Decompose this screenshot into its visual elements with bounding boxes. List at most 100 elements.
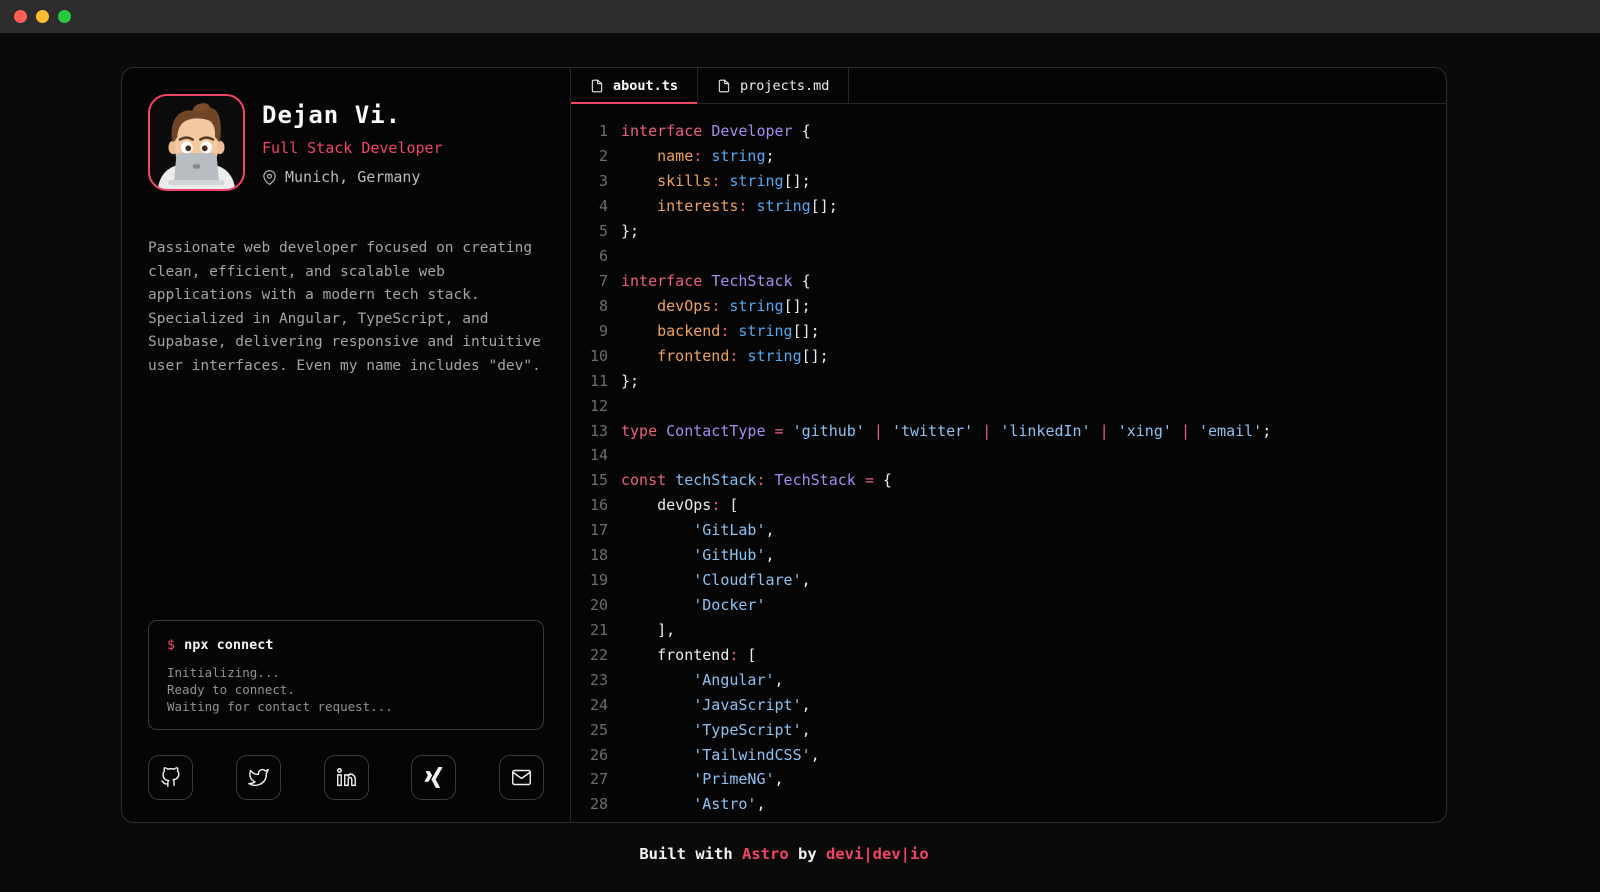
code-line: 6 bbox=[585, 244, 1446, 269]
line-number: 13 bbox=[585, 422, 608, 440]
tab-label: about.ts bbox=[613, 78, 678, 94]
code-line: 12 bbox=[585, 393, 1446, 418]
page-stage: Dejan Vi. Full Stack Developer Munich, G… bbox=[121, 67, 1447, 863]
code-text: interests: string[]; bbox=[621, 197, 838, 215]
code-line: 23 'Angular', bbox=[585, 667, 1446, 692]
social-button-github[interactable] bbox=[148, 755, 193, 800]
code-text: backend: string[]; bbox=[621, 322, 820, 340]
code-text: devOps: [ bbox=[621, 496, 738, 514]
line-number: 19 bbox=[585, 571, 608, 589]
line-number: 6 bbox=[585, 247, 608, 265]
code-line: 18 'GitHub', bbox=[585, 543, 1446, 568]
line-number: 12 bbox=[585, 397, 608, 415]
profile-location: Munich, Germany bbox=[262, 168, 443, 186]
social-links-row bbox=[148, 755, 544, 800]
line-number: 17 bbox=[585, 521, 608, 539]
line-number: 24 bbox=[585, 696, 608, 714]
line-number: 4 bbox=[585, 197, 608, 215]
code-text: }; bbox=[621, 372, 639, 390]
terminal-prompt: $ bbox=[167, 637, 175, 653]
footer: Built with Astro by devi|dev|io bbox=[121, 845, 1447, 863]
code-text: 'PrimeNG', bbox=[621, 770, 784, 788]
traffic-lights bbox=[14, 10, 71, 23]
traffic-light-close[interactable] bbox=[14, 10, 27, 23]
code-line: 25 'TypeScript', bbox=[585, 717, 1446, 742]
memoji-avatar-graphic bbox=[150, 96, 243, 189]
traffic-light-minimize[interactable] bbox=[36, 10, 49, 23]
line-number: 14 bbox=[585, 446, 608, 464]
tab-label: projects.md bbox=[740, 78, 829, 94]
file-icon bbox=[717, 79, 731, 93]
footer-by: by bbox=[789, 845, 826, 863]
code-line: 26 'TailwindCSS', bbox=[585, 742, 1446, 767]
code-line: 11}; bbox=[585, 368, 1446, 393]
social-button-xing[interactable] bbox=[411, 755, 456, 800]
code-text: 'TypeScript', bbox=[621, 721, 811, 739]
code-line: 13type ContactType = 'github' | 'twitter… bbox=[585, 418, 1446, 443]
map-pin-icon bbox=[262, 170, 277, 185]
code-text: frontend: [ bbox=[621, 646, 756, 664]
code-line: 19 'Cloudflare', bbox=[585, 568, 1446, 593]
social-button-email[interactable] bbox=[499, 755, 544, 800]
code-line: 9 backend: string[]; bbox=[585, 318, 1446, 343]
code-text: 'JavaScript', bbox=[621, 696, 811, 714]
terminal-output: Initializing...Ready to connect.Waiting … bbox=[167, 664, 525, 715]
line-number: 27 bbox=[585, 770, 608, 788]
profile-panel: Dejan Vi. Full Stack Developer Munich, G… bbox=[122, 68, 571, 822]
code-line: 3 skills: string[]; bbox=[585, 169, 1446, 194]
tab-projects-md[interactable]: projects.md bbox=[698, 68, 849, 103]
code-line: 2 name: string; bbox=[585, 144, 1446, 169]
code-line: 5}; bbox=[585, 219, 1446, 244]
code-text: name: string; bbox=[621, 147, 775, 165]
profile-bio: Passionate web developer focused on crea… bbox=[148, 237, 544, 379]
terminal-output-line: Ready to connect. bbox=[167, 681, 525, 698]
code-line: 27 'PrimeNG', bbox=[585, 767, 1446, 792]
portfolio-window: Dejan Vi. Full Stack Developer Munich, G… bbox=[121, 67, 1447, 823]
line-number: 9 bbox=[585, 322, 608, 340]
tab-about-ts[interactable]: about.ts bbox=[571, 68, 698, 103]
social-button-linkedin[interactable] bbox=[324, 755, 369, 800]
code-line: 4 interests: string[]; bbox=[585, 194, 1446, 219]
footer-astro-link[interactable]: Astro bbox=[742, 845, 789, 863]
line-number: 25 bbox=[585, 721, 608, 739]
line-number: 1 bbox=[585, 122, 608, 140]
code-text: }; bbox=[621, 222, 639, 240]
profile-name: Dejan Vi. bbox=[262, 101, 443, 129]
identity-block: Dejan Vi. Full Stack Developer Munich, G… bbox=[262, 94, 443, 191]
line-number: 28 bbox=[585, 795, 608, 813]
github-icon bbox=[160, 767, 181, 788]
code-text: devOps: string[]; bbox=[621, 297, 811, 315]
code-text: frontend: string[]; bbox=[621, 347, 829, 365]
code-text: 'Cloudflare', bbox=[621, 571, 811, 589]
code-text: interface Developer { bbox=[621, 122, 811, 140]
code-line: 7 interface TechStack { bbox=[585, 269, 1446, 294]
code-text: 'Docker' bbox=[621, 596, 766, 614]
code-line: 21 ], bbox=[585, 617, 1446, 642]
code-text: interface TechStack { bbox=[621, 272, 811, 290]
code-text: 'Angular', bbox=[621, 671, 784, 689]
footer-built-with: Built with bbox=[639, 845, 742, 863]
location-text: Munich, Germany bbox=[285, 168, 420, 186]
line-number: 7 bbox=[585, 272, 608, 290]
traffic-light-zoom[interactable] bbox=[58, 10, 71, 23]
profile-role: Full Stack Developer bbox=[262, 139, 443, 157]
line-number: 8 bbox=[585, 297, 608, 315]
social-button-twitter[interactable] bbox=[236, 755, 281, 800]
code-line: 15const techStack: TechStack = { bbox=[585, 468, 1446, 493]
line-number: 18 bbox=[585, 546, 608, 564]
footer-brand-link[interactable]: devi|dev|io bbox=[826, 845, 929, 863]
code-line: 8 devOps: string[]; bbox=[585, 293, 1446, 318]
file-icon bbox=[590, 79, 604, 93]
xing-icon bbox=[423, 767, 444, 788]
code-text: skills: string[]; bbox=[621, 172, 811, 190]
terminal-box: $npx connect Initializing...Ready to con… bbox=[148, 620, 544, 730]
terminal-output-line: Waiting for contact request... bbox=[167, 698, 525, 715]
code-line: 1 interface Developer { bbox=[585, 119, 1446, 144]
code-area: 1interface Developer {2 name: string;3 s… bbox=[571, 104, 1446, 822]
code-line: 16 devOps: [ bbox=[585, 493, 1446, 518]
line-number: 2 bbox=[585, 147, 608, 165]
mail-icon bbox=[511, 767, 532, 788]
line-number: 20 bbox=[585, 596, 608, 614]
profile-header: Dejan Vi. Full Stack Developer Munich, G… bbox=[148, 94, 544, 191]
linkedin-icon bbox=[336, 767, 357, 788]
